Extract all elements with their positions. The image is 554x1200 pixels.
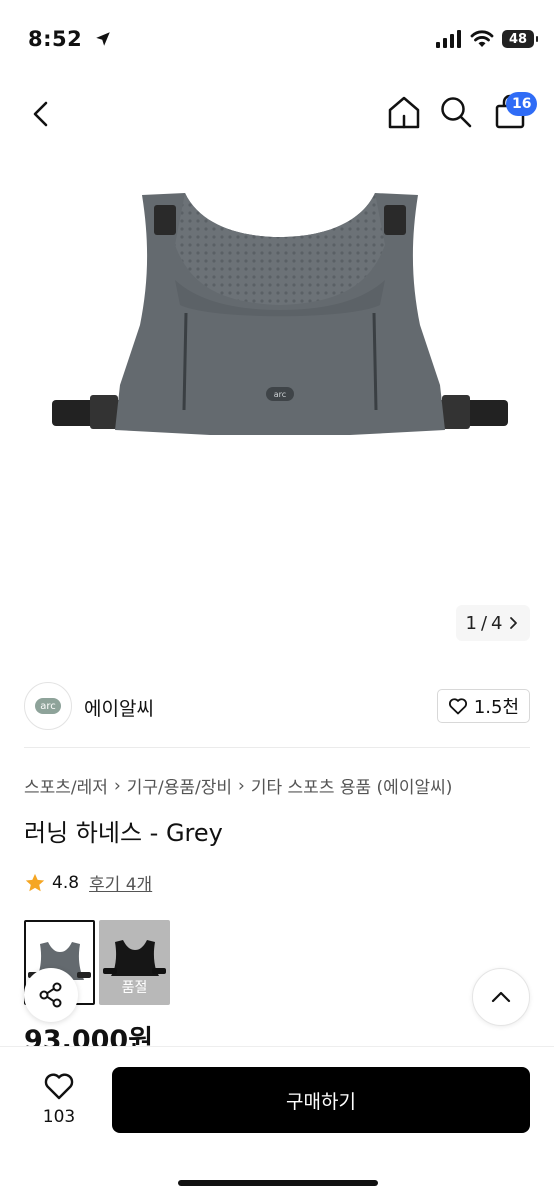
scroll-top-button[interactable] bbox=[472, 968, 530, 1026]
bottom-action-bar: 103 구매하기 bbox=[0, 1046, 554, 1200]
chevron-right-icon: › bbox=[238, 775, 245, 796]
rating-row: 4.8 후기 4개 bbox=[24, 870, 152, 895]
breadcrumb: 스포츠/레저 › 기구/용품/장비 › 기타 스포츠 용품 (에이알씨) bbox=[24, 773, 453, 799]
option-thumb-black[interactable]: 품절 bbox=[99, 920, 170, 1005]
share-icon bbox=[39, 982, 62, 1008]
search-icon[interactable] bbox=[436, 92, 476, 132]
chevron-up-icon bbox=[491, 991, 511, 1003]
wishlist-button[interactable]: 103 bbox=[32, 1071, 86, 1127]
sold-out-label: 품절 bbox=[121, 980, 148, 996]
star-icon bbox=[25, 873, 45, 891]
image-page-indicator[interactable]: 1 / 4 bbox=[456, 605, 530, 641]
product-title: 러닝 하네스 - Grey bbox=[24, 819, 223, 847]
chevron-right-icon bbox=[510, 617, 518, 629]
brand-logo-text: arc bbox=[35, 698, 61, 714]
breadcrumb-item[interactable]: 기구/용품/장비 bbox=[127, 773, 232, 798]
rating-value: 4.8 bbox=[52, 872, 80, 893]
status-time-label: 8:52 bbox=[28, 27, 83, 51]
divider bbox=[24, 747, 530, 748]
svg-text:arc: arc bbox=[274, 390, 286, 399]
brand-row: arc 에이알씨 1.5천 bbox=[24, 682, 530, 730]
product-image[interactable]: arc bbox=[50, 185, 510, 445]
battery-icon: 48 bbox=[502, 30, 538, 48]
buy-button[interactable]: 구매하기 bbox=[112, 1067, 530, 1133]
wifi-icon bbox=[470, 30, 494, 47]
chevron-right-icon: › bbox=[113, 775, 121, 796]
brand-logo[interactable]: arc bbox=[24, 682, 72, 730]
back-icon[interactable] bbox=[22, 94, 62, 134]
top-nav bbox=[0, 88, 554, 136]
total-pages: 4 bbox=[491, 612, 503, 634]
brand-name[interactable]: 에이알씨 bbox=[84, 694, 154, 721]
home-icon[interactable] bbox=[384, 92, 424, 132]
location-arrow-icon bbox=[96, 32, 110, 46]
review-link[interactable]: 후기 4개 bbox=[89, 870, 152, 895]
status-bar: 8:52 48 bbox=[0, 0, 554, 80]
page-separator: / bbox=[480, 612, 488, 634]
wishlist-count: 103 bbox=[42, 1107, 76, 1127]
brand-like-button[interactable]: 1.5천 bbox=[436, 689, 530, 723]
breadcrumb-item[interactable]: 스포츠/레저 bbox=[24, 773, 108, 798]
heart-icon bbox=[448, 698, 467, 715]
brand-like-count: 1.5천 bbox=[473, 697, 519, 718]
current-page: 1 bbox=[465, 612, 477, 634]
share-button[interactable] bbox=[24, 968, 78, 1022]
status-time: 8:52 bbox=[28, 27, 112, 51]
battery-level: 48 bbox=[508, 31, 528, 47]
cellular-signal-icon bbox=[436, 30, 461, 48]
cart-count-badge: 16 bbox=[506, 92, 538, 116]
breadcrumb-item[interactable]: 기타 스포츠 용품 (에이알씨) bbox=[251, 773, 453, 798]
heart-icon bbox=[44, 1073, 74, 1100]
status-indicators: 48 bbox=[436, 30, 538, 48]
home-indicator bbox=[178, 1180, 378, 1186]
